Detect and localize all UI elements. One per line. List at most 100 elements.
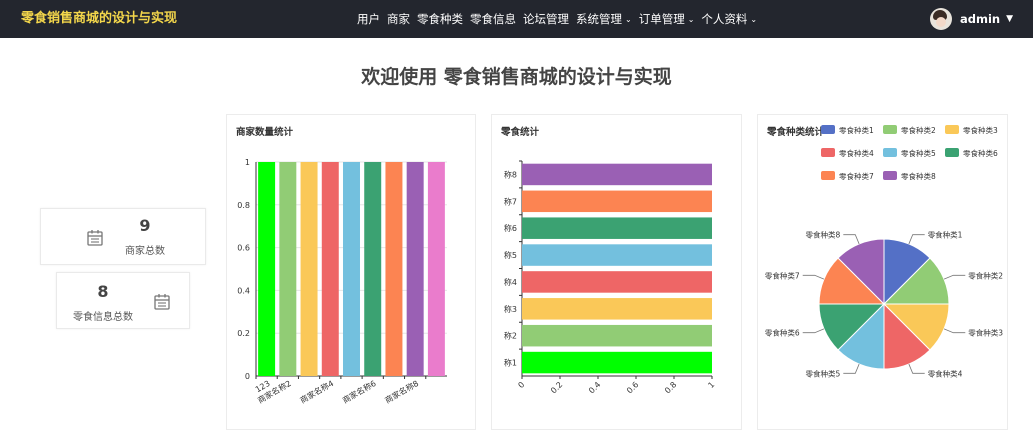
y-tick-label: 0.2 — [237, 329, 250, 338]
legend-label: 零食种类8 — [901, 171, 936, 181]
nav-label: 论坛管理 — [523, 12, 569, 26]
slice-label: 零食种类2 — [968, 270, 1003, 280]
bar — [522, 351, 712, 374]
leader-line — [908, 363, 925, 374]
avatar[interactable] — [929, 8, 952, 30]
user-menu[interactable]: admin ▼ — [929, 0, 1013, 38]
nav-label: 零食种类 — [417, 12, 463, 26]
stat-value: 8 — [97, 282, 109, 301]
bar — [300, 162, 318, 376]
y-tick-label: 0.8 — [237, 201, 250, 210]
stat-label: 商家总数 — [125, 246, 165, 257]
leader-line — [943, 328, 966, 334]
slice-label: 零食种类5 — [806, 368, 841, 378]
nav-item-profile[interactable]: 个人资料 ⌄ — [701, 11, 757, 27]
chevron-down-icon: ⌄ — [750, 15, 758, 24]
legend-swatch — [945, 125, 959, 134]
nav-label: 系统管理 — [576, 12, 622, 26]
legend-swatch — [821, 148, 835, 157]
stat-value: 9 — [139, 216, 151, 235]
legend-label: 零食种类6 — [963, 148, 998, 158]
slice-label: 零食种类4 — [928, 368, 963, 378]
bar — [364, 162, 382, 376]
snack-type-pie-chart: 零食种类1 零食种类2 零食种类3 零食种类4 零食种类5 零食种类6 零食种类7 零食种类8… — [765, 125, 1003, 378]
user-name: admin — [959, 12, 1001, 26]
bar — [522, 324, 712, 347]
y-tick-label: 1 — [245, 158, 250, 167]
slice-label: 零食种类6 — [765, 328, 800, 338]
bar — [321, 162, 339, 376]
nav-label: 个人资料 — [701, 12, 748, 26]
legend-swatch — [821, 171, 835, 180]
stat-card-merchants: 9 商家总数 — [40, 208, 206, 265]
y-tick-label: 称6 — [504, 223, 517, 233]
legend-label: 零食种类2 — [901, 125, 936, 135]
nav-item-system[interactable]: 系统管理 ⌄ — [576, 11, 632, 27]
stat-card-snack-info: 8 零食信息总数 — [56, 272, 190, 329]
stat-label: 零食信息总数 — [73, 312, 133, 323]
x-tick-label: 商家名称8 — [383, 378, 420, 405]
y-tick-label: 称3 — [504, 304, 517, 314]
nav-item-snack-types[interactable]: 零食种类 — [417, 11, 463, 27]
snack-stats-panel: 零食统计 称1 称2 称3 称4 称5 称6 称7 称8 0 0.2 0.4 0.6 0.8 1 — [491, 114, 742, 430]
leader-line — [802, 274, 825, 280]
main-nav: 用户 商家 零食种类 零食信息 论坛管理 系统管理 ⌄ 订单管理 ⌄ 个人资料 ⌄ — [357, 0, 764, 38]
leader-line — [843, 234, 860, 245]
legend-swatch — [883, 171, 897, 180]
nav-label: 零食信息 — [470, 12, 516, 26]
nav-item-orders[interactable]: 订单管理 ⌄ — [639, 11, 695, 27]
leader-line — [943, 274, 966, 280]
bar — [343, 162, 360, 376]
merchant-bar-chart: 00.20.40.60.81123商家名称2 商家名称4 商家名称6 商家名称8 — [237, 158, 447, 405]
nav-label: 订单管理 — [638, 12, 685, 26]
slice-label: 零食种类1 — [928, 230, 963, 240]
top-navbar: 零食销售商城的设计与实现 用户 商家 零食种类 零食信息 论坛管理 系统管理 ⌄ … — [0, 0, 1033, 38]
legend-label: 零食种类5 — [901, 148, 936, 158]
y-tick-label: 0.6 — [237, 244, 250, 253]
bar — [522, 271, 712, 293]
x-tick-label: 商家名称4 — [298, 378, 335, 405]
caret-down-icon: ▼ — [1006, 14, 1013, 24]
nav-label: 用户 — [357, 12, 380, 26]
bar — [427, 162, 445, 376]
legend-label: 零食种类4 — [839, 148, 874, 158]
bar — [522, 163, 712, 186]
legend-label: 零食种类7 — [839, 171, 874, 181]
y-tick-label: 称4 — [504, 277, 517, 287]
leader-line — [843, 363, 860, 374]
y-tick-label: 称1 — [504, 358, 517, 368]
legend-swatch — [821, 125, 835, 134]
calendar-icon — [154, 294, 170, 310]
slice-label: 零食种类8 — [806, 230, 841, 240]
nav-item-forum[interactable]: 论坛管理 — [523, 11, 569, 27]
legend-swatch — [945, 148, 959, 157]
nav-label: 商家 — [387, 12, 410, 26]
leader-line — [908, 234, 925, 245]
bar — [258, 162, 276, 376]
nav-item-merchants[interactable]: 商家 — [387, 11, 410, 27]
bar — [279, 162, 297, 376]
bar — [522, 217, 712, 239]
x-tick-label: 0.8 — [663, 380, 678, 395]
x-tick-label: 0.2 — [549, 380, 564, 395]
slice-label: 零食种类3 — [968, 328, 1003, 338]
chevron-down-icon: ⌄ — [625, 15, 632, 24]
app-title[interactable]: 零食销售商城的设计与实现 — [21, 0, 177, 38]
page-title: 欢迎使用 零食销售商城的设计与实现 — [361, 66, 672, 88]
chevron-down-icon: ⌄ — [687, 15, 695, 24]
nav-item-snack-info[interactable]: 零食信息 — [470, 11, 516, 27]
snack-type-panel: 零食种类统计 零食种类1 零食种类2 零食种类3 零食种类4 零食种类5 零食种类6 零食种… — [757, 114, 1008, 430]
x-tick-label: 商家名称6 — [341, 378, 378, 405]
y-tick-label: 称2 — [504, 331, 517, 341]
slice-label: 零食种类7 — [765, 270, 800, 280]
merchant-count-panel: 商家数量统计 0 0.2 0.4 0.6 0.8 1 123 商家名称2 商家名称4 商家名称6 商… — [226, 114, 476, 430]
snack-hbar-chart: 称1 称2 称3 称4 称5 称6 称7 称8 0 0.2 0.4 0.6 0.8 1 — [504, 160, 716, 395]
y-tick-label: 称8 — [504, 169, 517, 179]
bar — [522, 298, 712, 320]
y-tick-label: 0.4 — [237, 286, 250, 295]
bar — [522, 190, 712, 213]
nav-item-users[interactable]: 用户 — [357, 11, 380, 27]
x-tick-label: 0 — [516, 380, 526, 390]
legend-label: 零食种类3 — [963, 125, 998, 135]
bar — [522, 244, 712, 266]
